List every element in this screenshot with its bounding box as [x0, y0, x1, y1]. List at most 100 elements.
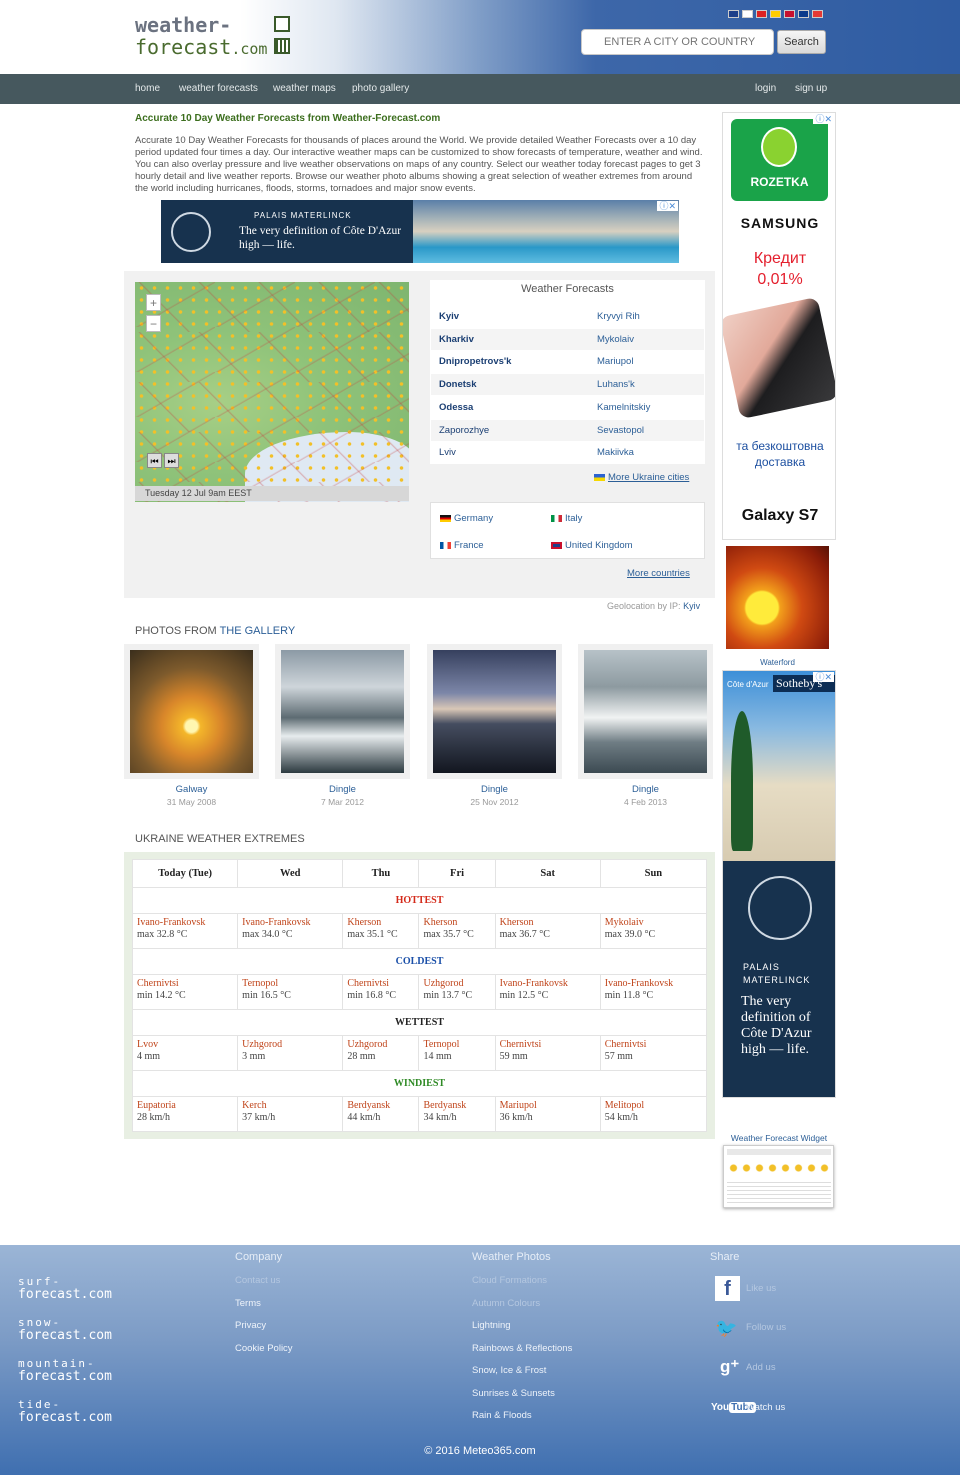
footer-photos-link[interactable]: Lightning [472, 1320, 511, 1331]
language-flag-icon[interactable] [728, 10, 739, 18]
footer-photos-link[interactable]: Cloud Formations [472, 1275, 547, 1286]
extremes-place-link[interactable]: Chernivtsi [500, 1039, 596, 1051]
language-flag-icon[interactable] [798, 10, 809, 18]
more-countries-link[interactable]: More countries [627, 568, 690, 579]
extremes-place-link[interactable]: Lvov [137, 1039, 233, 1051]
extremes-place-link[interactable]: Chernivtsi [137, 978, 233, 990]
forecast-city-link[interactable]: Donetsk [439, 379, 476, 390]
extremes-place-link[interactable]: Ivano-Frankovsk [137, 917, 233, 929]
gallery-photo-location[interactable]: Dingle [578, 784, 713, 795]
extremes-place-link[interactable]: Ternopol [242, 978, 338, 990]
footer-photos-link[interactable]: Snow, Ice & Frost [472, 1365, 546, 1376]
forecast-city-link[interactable]: Makiivka [597, 447, 634, 458]
country-italy[interactable]: Italy [551, 513, 582, 524]
forecast-city-link[interactable]: Mykolaiv [597, 334, 634, 345]
extremes-place-link[interactable]: Mariupol [500, 1100, 596, 1112]
map-zoom-in-button[interactable]: + [146, 294, 161, 311]
map-zoom-out-button[interactable]: − [146, 315, 161, 332]
footer-photos-link[interactable]: Rain & Floods [472, 1410, 532, 1421]
footer-photos-link[interactable]: Autumn Colours [472, 1298, 540, 1309]
footer-sister-site-logo[interactable]: tide-forecast.com [18, 1398, 112, 1424]
logo-weather[interactable]: weather- [135, 13, 231, 37]
country-france[interactable]: France [440, 540, 484, 551]
extremes-place-link[interactable]: Uzhgorod [423, 978, 490, 990]
language-flag-icon[interactable] [770, 10, 781, 18]
widget-title[interactable]: Weather Forecast Widget [722, 1133, 836, 1143]
ad-close-icon[interactable]: ⓘ✕ [657, 201, 678, 211]
google-plus-icon[interactable]: g⁺ [720, 1357, 739, 1377]
forecast-city-link[interactable]: Lviv [439, 447, 456, 458]
country-germany[interactable]: Germany [440, 513, 493, 524]
nav-weather-forecasts[interactable]: weather forecasts [179, 83, 258, 94]
extremes-place-link[interactable]: Uzhgorod [347, 1039, 414, 1051]
logo-forecast[interactable]: forecast.com [135, 35, 267, 59]
extremes-place-link[interactable]: Chernivtsi [605, 1039, 702, 1051]
sidebar-sunset-photo[interactable] [726, 546, 829, 649]
extremes-place-link[interactable]: Ivano-Frankovsk [500, 978, 596, 990]
footer-company-link[interactable]: Contact us [235, 1275, 280, 1286]
sidebar-ad-palais[interactable]: Côte d'Azur Sotheby's PALAIS MATERLINCK … [722, 670, 836, 1098]
footer-company-link[interactable]: Privacy [235, 1320, 266, 1331]
twitter-icon[interactable]: 🐦 [715, 1318, 737, 1339]
language-flag-icon[interactable] [756, 10, 767, 18]
nav-weather-maps[interactable]: weather maps [273, 83, 336, 94]
gallery-photo-location[interactable]: Galway [124, 784, 259, 795]
gallery-photo-location[interactable]: Dingle [275, 784, 410, 795]
footer-sister-site-logo[interactable]: mountain-forecast.com [18, 1357, 112, 1383]
country-united-kingdom[interactable]: United Kingdom [551, 540, 633, 551]
extremes-place-link[interactable]: Kherson [347, 917, 414, 929]
map-next-frame-icon[interactable]: ⏭ [164, 453, 179, 468]
extremes-place-link[interactable]: Chernivtsi [347, 978, 414, 990]
nav-home[interactable]: home [135, 83, 160, 94]
geolocation-city[interactable]: Kyiv [683, 601, 700, 611]
gallery-photo[interactable] [427, 644, 562, 779]
extremes-place-link[interactable]: Uzhgorod [242, 1039, 338, 1051]
gallery-photo[interactable] [275, 644, 410, 779]
language-flag-icon[interactable] [742, 10, 753, 18]
forecast-city-link[interactable]: Luhans'k [597, 379, 635, 390]
share-like-us[interactable]: Like us [746, 1283, 776, 1294]
sidebar-ad2-close-icon[interactable]: ⓘ✕ [813, 672, 834, 682]
nav-photo-gallery[interactable]: photo gallery [352, 83, 409, 94]
footer-company-link[interactable]: Terms [235, 1298, 261, 1309]
gallery-photo[interactable] [124, 644, 259, 779]
search-input[interactable] [581, 29, 774, 55]
forecast-city-link[interactable]: Zaporozhye [439, 425, 489, 436]
share-watch-us[interactable]: Watch us [746, 1402, 785, 1413]
footer-company-link[interactable]: Cookie Policy [235, 1343, 293, 1354]
extremes-place-link[interactable]: Kerch [242, 1100, 338, 1112]
forecast-widget-preview[interactable] [723, 1145, 834, 1208]
search-button[interactable]: Search [777, 30, 826, 54]
nav-login[interactable]: login [755, 83, 776, 94]
more-ukraine-cities-link[interactable]: More Ukraine cities [594, 472, 689, 483]
ad-banner[interactable]: PALAIS MATERLINCK The very definition of… [161, 200, 679, 263]
language-flag-icon[interactable] [812, 10, 823, 18]
forecast-city-link[interactable]: Kamelnitskiy [597, 402, 650, 413]
gallery-heading-link[interactable]: THE GALLERY [220, 625, 296, 637]
facebook-icon[interactable]: f [715, 1276, 740, 1301]
extremes-place-link[interactable]: Kherson [500, 917, 596, 929]
footer-sister-site-logo[interactable]: surf-forecast.com [18, 1275, 112, 1301]
forecast-city-link[interactable]: Odessa [439, 402, 473, 413]
footer-sister-site-logo[interactable]: snow-forecast.com [18, 1316, 112, 1342]
forecast-city-link[interactable]: Kyiv [439, 311, 459, 322]
gallery-photo-location[interactable]: Dingle [427, 784, 562, 795]
extremes-place-link[interactable]: Melitopol [605, 1100, 702, 1112]
map-prev-frame-icon[interactable]: ⏮ [147, 453, 162, 468]
extremes-place-link[interactable]: Ternopol [423, 1039, 490, 1051]
gallery-photo[interactable] [578, 644, 713, 779]
weather-map[interactable]: + − ⏮ ⏭ [135, 282, 409, 502]
forecast-city-link[interactable]: Mariupol [597, 356, 633, 367]
sidebar-ad-close-icon[interactable]: ⓘ✕ [813, 114, 834, 124]
extremes-place-link[interactable]: Ivano-Frankovsk [605, 978, 702, 990]
forecast-city-link[interactable]: Dnipropetrovs'k [439, 356, 511, 367]
sidebar-ad-rozetka[interactable]: ROZETKA SAMSUNG Кредит 0,01% та безкошто… [722, 112, 836, 540]
footer-photos-link[interactable]: Sunrises & Sunsets [472, 1388, 555, 1399]
extremes-place-link[interactable]: Berdyansk [423, 1100, 490, 1112]
nav-signup[interactable]: sign up [795, 83, 827, 94]
extremes-place-link[interactable]: Berdyansk [347, 1100, 414, 1112]
forecast-city-link[interactable]: Sevastopol [597, 425, 644, 436]
extremes-place-link[interactable]: Ivano-Frankovsk [242, 917, 338, 929]
extremes-place-link[interactable]: Mykolaiv [605, 917, 702, 929]
forecast-city-link[interactable]: Kryvyi Rih [597, 311, 640, 322]
